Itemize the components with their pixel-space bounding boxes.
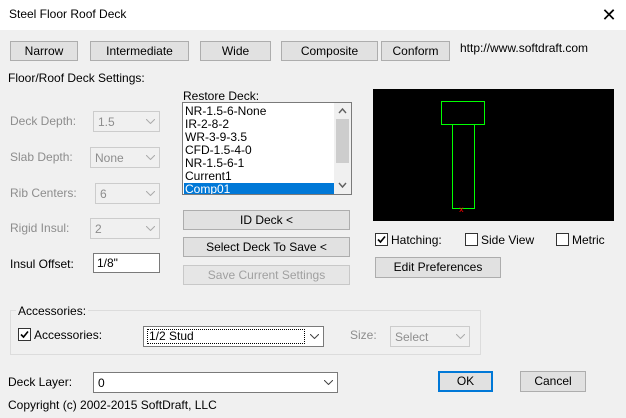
deck-preview-canvas: x [373,89,614,221]
save-current-settings-button[interactable]: Save Current Settings [183,265,350,285]
checkmark-icon [20,330,29,339]
chevron-down-icon [320,373,337,392]
composite-button[interactable]: Composite [281,41,378,61]
chevron-down-icon [142,184,159,203]
id-deck-button[interactable]: ID Deck < [183,210,350,230]
rigid-insul-select[interactable]: 2 [90,218,160,239]
scrollbar-arrows-icon [336,107,349,189]
accessory-type-select[interactable]: 1/2 Stud [143,326,324,347]
select-deck-to-save-button[interactable]: Select Deck To Save < [183,237,350,257]
close-icon[interactable]: ✕ [596,2,622,28]
metric-checkbox[interactable] [556,233,569,246]
list-scrollbar[interactable] [334,103,351,194]
chevron-down-icon [142,219,159,238]
title-bar: Steel Floor Roof Deck ✕ [0,0,626,30]
slab-depth-label: Slab Depth: [10,150,73,164]
hatching-checkbox[interactable] [375,233,388,246]
hatching-label: Hatching: [391,233,442,247]
website-link[interactable]: http://www.softdraft.com [460,41,588,55]
conform-button[interactable]: Conform [381,41,450,61]
deck-layer-select[interactable]: 0 [93,372,338,393]
deck-depth-select[interactable]: 1.5 [93,111,160,132]
insul-offset-input[interactable]: 1/8" [93,253,160,273]
slab-depth-select[interactable]: None [90,147,160,168]
deck-settings-label: Floor/Roof Deck Settings: [6,71,147,85]
accessories-group-label: Accessories: [16,304,89,318]
size-label: Size: [350,328,377,342]
chevron-down-icon [452,327,469,346]
metric-label: Metric [572,233,605,247]
rib-centers-select[interactable]: 6 [95,183,160,204]
side-view-label: Side View [481,233,535,247]
dialog-body: Narrow Intermediate Wide Composite Confo… [0,30,626,418]
chevron-down-icon [142,148,159,167]
svg-text:x: x [459,205,464,214]
size-select[interactable]: Select [390,326,470,347]
list-item-selected[interactable]: Comp01 [184,183,334,194]
rib-centers-label: Rib Centers: [10,186,77,200]
chevron-down-icon [306,327,323,346]
checkmark-icon [377,235,386,244]
rigid-insul-label: Rigid Insul: [10,221,70,235]
insul-offset-label: Insul Offset: [10,257,74,271]
copyright-text: Copyright (c) 2002-2015 SoftDraft, LLC [8,398,217,412]
chevron-down-icon [142,112,159,131]
restore-deck-label: Restore Deck: [183,89,260,103]
cancel-button[interactable]: Cancel [520,371,586,392]
intermediate-button[interactable]: Intermediate [90,41,189,61]
accessories-checkbox-label: Accessories: [34,328,103,342]
restore-deck-list[interactable]: NR-1.5-6-None IR-2-8-2 WR-3-9-3.5 CFD-1.… [182,102,352,195]
narrow-button[interactable]: Narrow [10,41,78,61]
window-title: Steel Floor Roof Deck [9,7,127,21]
deck-layer-label: Deck Layer: [8,375,73,389]
deck-profile-drawing: x [441,101,485,214]
ok-button[interactable]: OK [438,371,493,392]
deck-depth-label: Deck Depth: [10,114,77,128]
wide-button[interactable]: Wide [200,41,271,61]
side-view-checkbox[interactable] [465,233,478,246]
accessories-checkbox[interactable] [18,328,31,341]
edit-preferences-button[interactable]: Edit Preferences [375,257,501,278]
